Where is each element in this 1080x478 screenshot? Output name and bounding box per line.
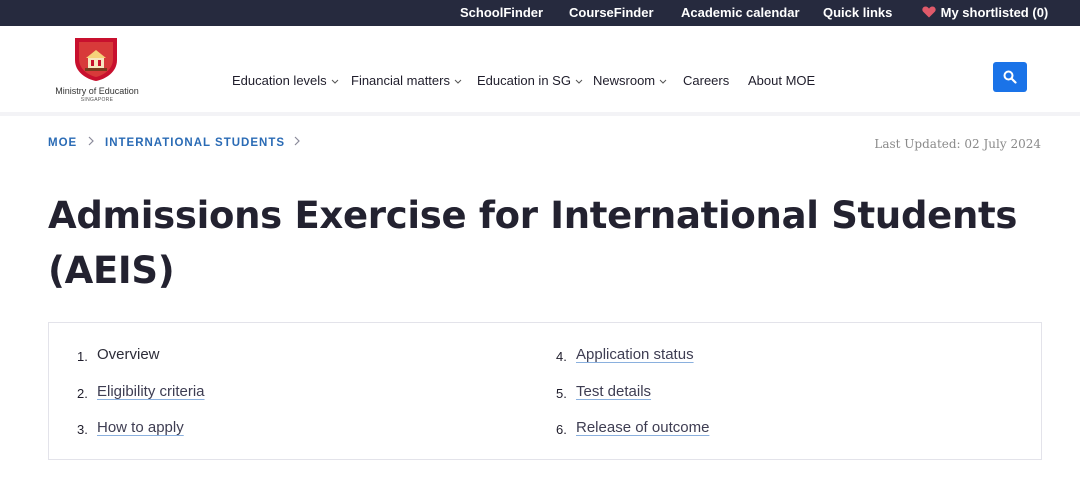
shortlisted-label: My shortlisted (0) bbox=[940, 5, 1049, 20]
item-number: 6. bbox=[556, 422, 567, 437]
contents-link-release-of-outcome[interactable]: Release of outcome bbox=[576, 419, 709, 436]
chevron-right-icon bbox=[88, 136, 94, 146]
chevron-down-icon bbox=[575, 79, 583, 84]
chevron-down-icon bbox=[454, 79, 462, 84]
moe-crest-icon bbox=[75, 38, 117, 81]
last-updated: Last Updated: 02 July 2024 bbox=[874, 137, 1041, 151]
logo-name: Ministry of Education bbox=[55, 86, 139, 96]
contents-link-eligibility-criteria[interactable]: Eligibility criteria bbox=[97, 383, 205, 400]
item-number: 2. bbox=[77, 386, 88, 401]
contents-link-how-to-apply[interactable]: How to apply bbox=[97, 419, 184, 436]
breadcrumb-moe[interactable]: MOE bbox=[48, 137, 77, 149]
logo-subtitle: SINGAPORE bbox=[80, 97, 114, 103]
nav-about-moe[interactable]: About MOE bbox=[748, 73, 815, 88]
page-contents-box: 1. Overview 2. Eligibility criteria 3. H… bbox=[48, 322, 1042, 460]
coursefinder-link[interactable]: CourseFinder bbox=[569, 5, 654, 20]
chevron-down-icon bbox=[659, 79, 667, 84]
nav-careers[interactable]: Careers bbox=[683, 73, 729, 88]
moe-logo[interactable]: Ministry of Education SINGAPORE bbox=[50, 34, 144, 106]
nav-financial-matters[interactable]: Financial matters bbox=[351, 73, 462, 88]
academic-calendar-link[interactable]: Academic calendar bbox=[681, 5, 800, 20]
nav-label: Newsroom bbox=[593, 73, 656, 88]
item-number: 1. bbox=[77, 349, 88, 364]
chevron-down-icon bbox=[331, 79, 339, 84]
search-icon bbox=[1003, 70, 1017, 84]
schoolfinder-link[interactable]: SchoolFinder bbox=[460, 5, 543, 20]
shortlisted-link[interactable]: My shortlisted (0) bbox=[922, 5, 1048, 20]
nav-education-levels[interactable]: Education levels bbox=[232, 73, 339, 88]
item-number: 5. bbox=[556, 386, 567, 401]
nav-label: Financial matters bbox=[351, 73, 450, 88]
item-number: 4. bbox=[556, 349, 567, 364]
nav-education-in-sg[interactable]: Education in SG bbox=[477, 73, 583, 88]
contents-link-test-details[interactable]: Test details bbox=[576, 383, 651, 400]
nav-newsroom[interactable]: Newsroom bbox=[593, 73, 667, 88]
utility-bar: SchoolFinder CourseFinder Academic calen… bbox=[0, 0, 1080, 26]
nav-label: Education levels bbox=[232, 73, 327, 88]
item-number: 3. bbox=[77, 422, 88, 437]
contents-link-application-status[interactable]: Application status bbox=[576, 346, 694, 363]
chevron-right-icon bbox=[294, 136, 300, 146]
breadcrumb-international-students[interactable]: INTERNATIONAL STUDENTS bbox=[105, 137, 285, 149]
search-button[interactable] bbox=[993, 62, 1027, 92]
site-header: Ministry of Education SINGAPORE Educatio… bbox=[0, 26, 1080, 116]
heart-icon bbox=[922, 6, 937, 18]
contents-link-overview[interactable]: Overview bbox=[97, 346, 160, 363]
quick-links-link[interactable]: Quick links bbox=[823, 5, 892, 20]
page-title: Admissions Exercise for International St… bbox=[48, 194, 1018, 292]
nav-label: Education in SG bbox=[477, 73, 571, 88]
